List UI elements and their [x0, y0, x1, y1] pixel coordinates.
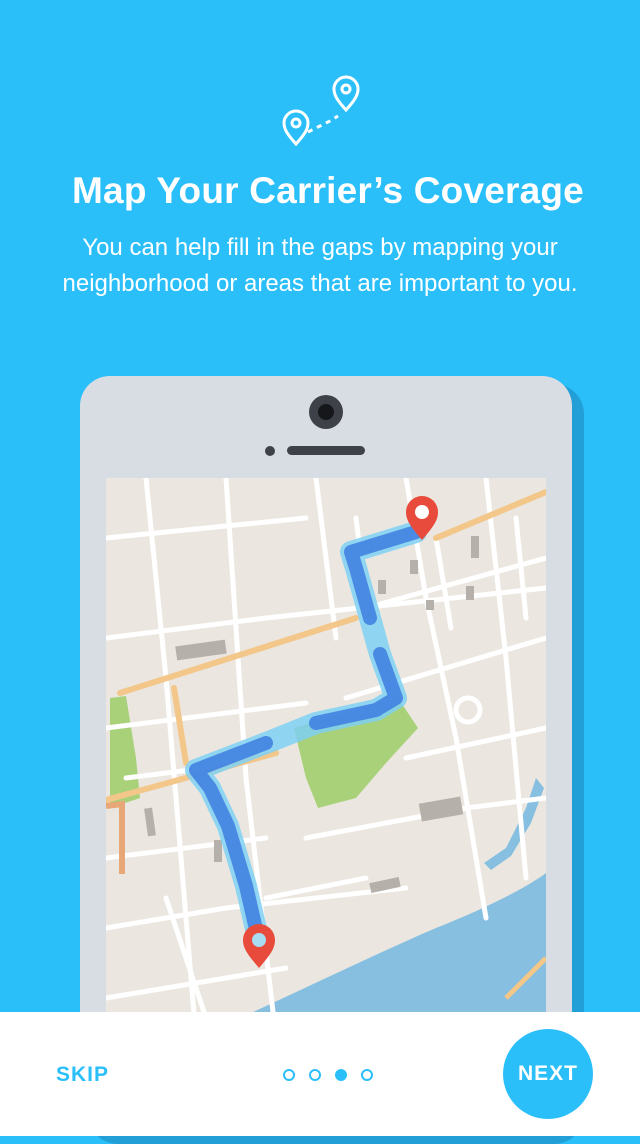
skip-button[interactable]: SKIP: [56, 1063, 109, 1087]
page-title: Map Your Carrier’s Coverage: [72, 170, 584, 211]
page-dot[interactable]: [361, 1069, 373, 1081]
map-illustration: [106, 478, 546, 1038]
phone-camera-icon: [309, 395, 343, 429]
phone-sensor-icon: [265, 446, 275, 456]
page-indicator: [283, 1069, 373, 1083]
next-button[interactable]: NEXT: [503, 1029, 593, 1119]
page-dot[interactable]: [283, 1069, 295, 1081]
phone-speaker-icon: [287, 446, 365, 455]
page-dot-active[interactable]: [335, 1069, 347, 1081]
page-dot[interactable]: [309, 1069, 321, 1081]
page-subtitle: You can help fill in the gaps by mapping…: [62, 234, 578, 297]
map-pins-route-icon: [282, 75, 360, 147]
